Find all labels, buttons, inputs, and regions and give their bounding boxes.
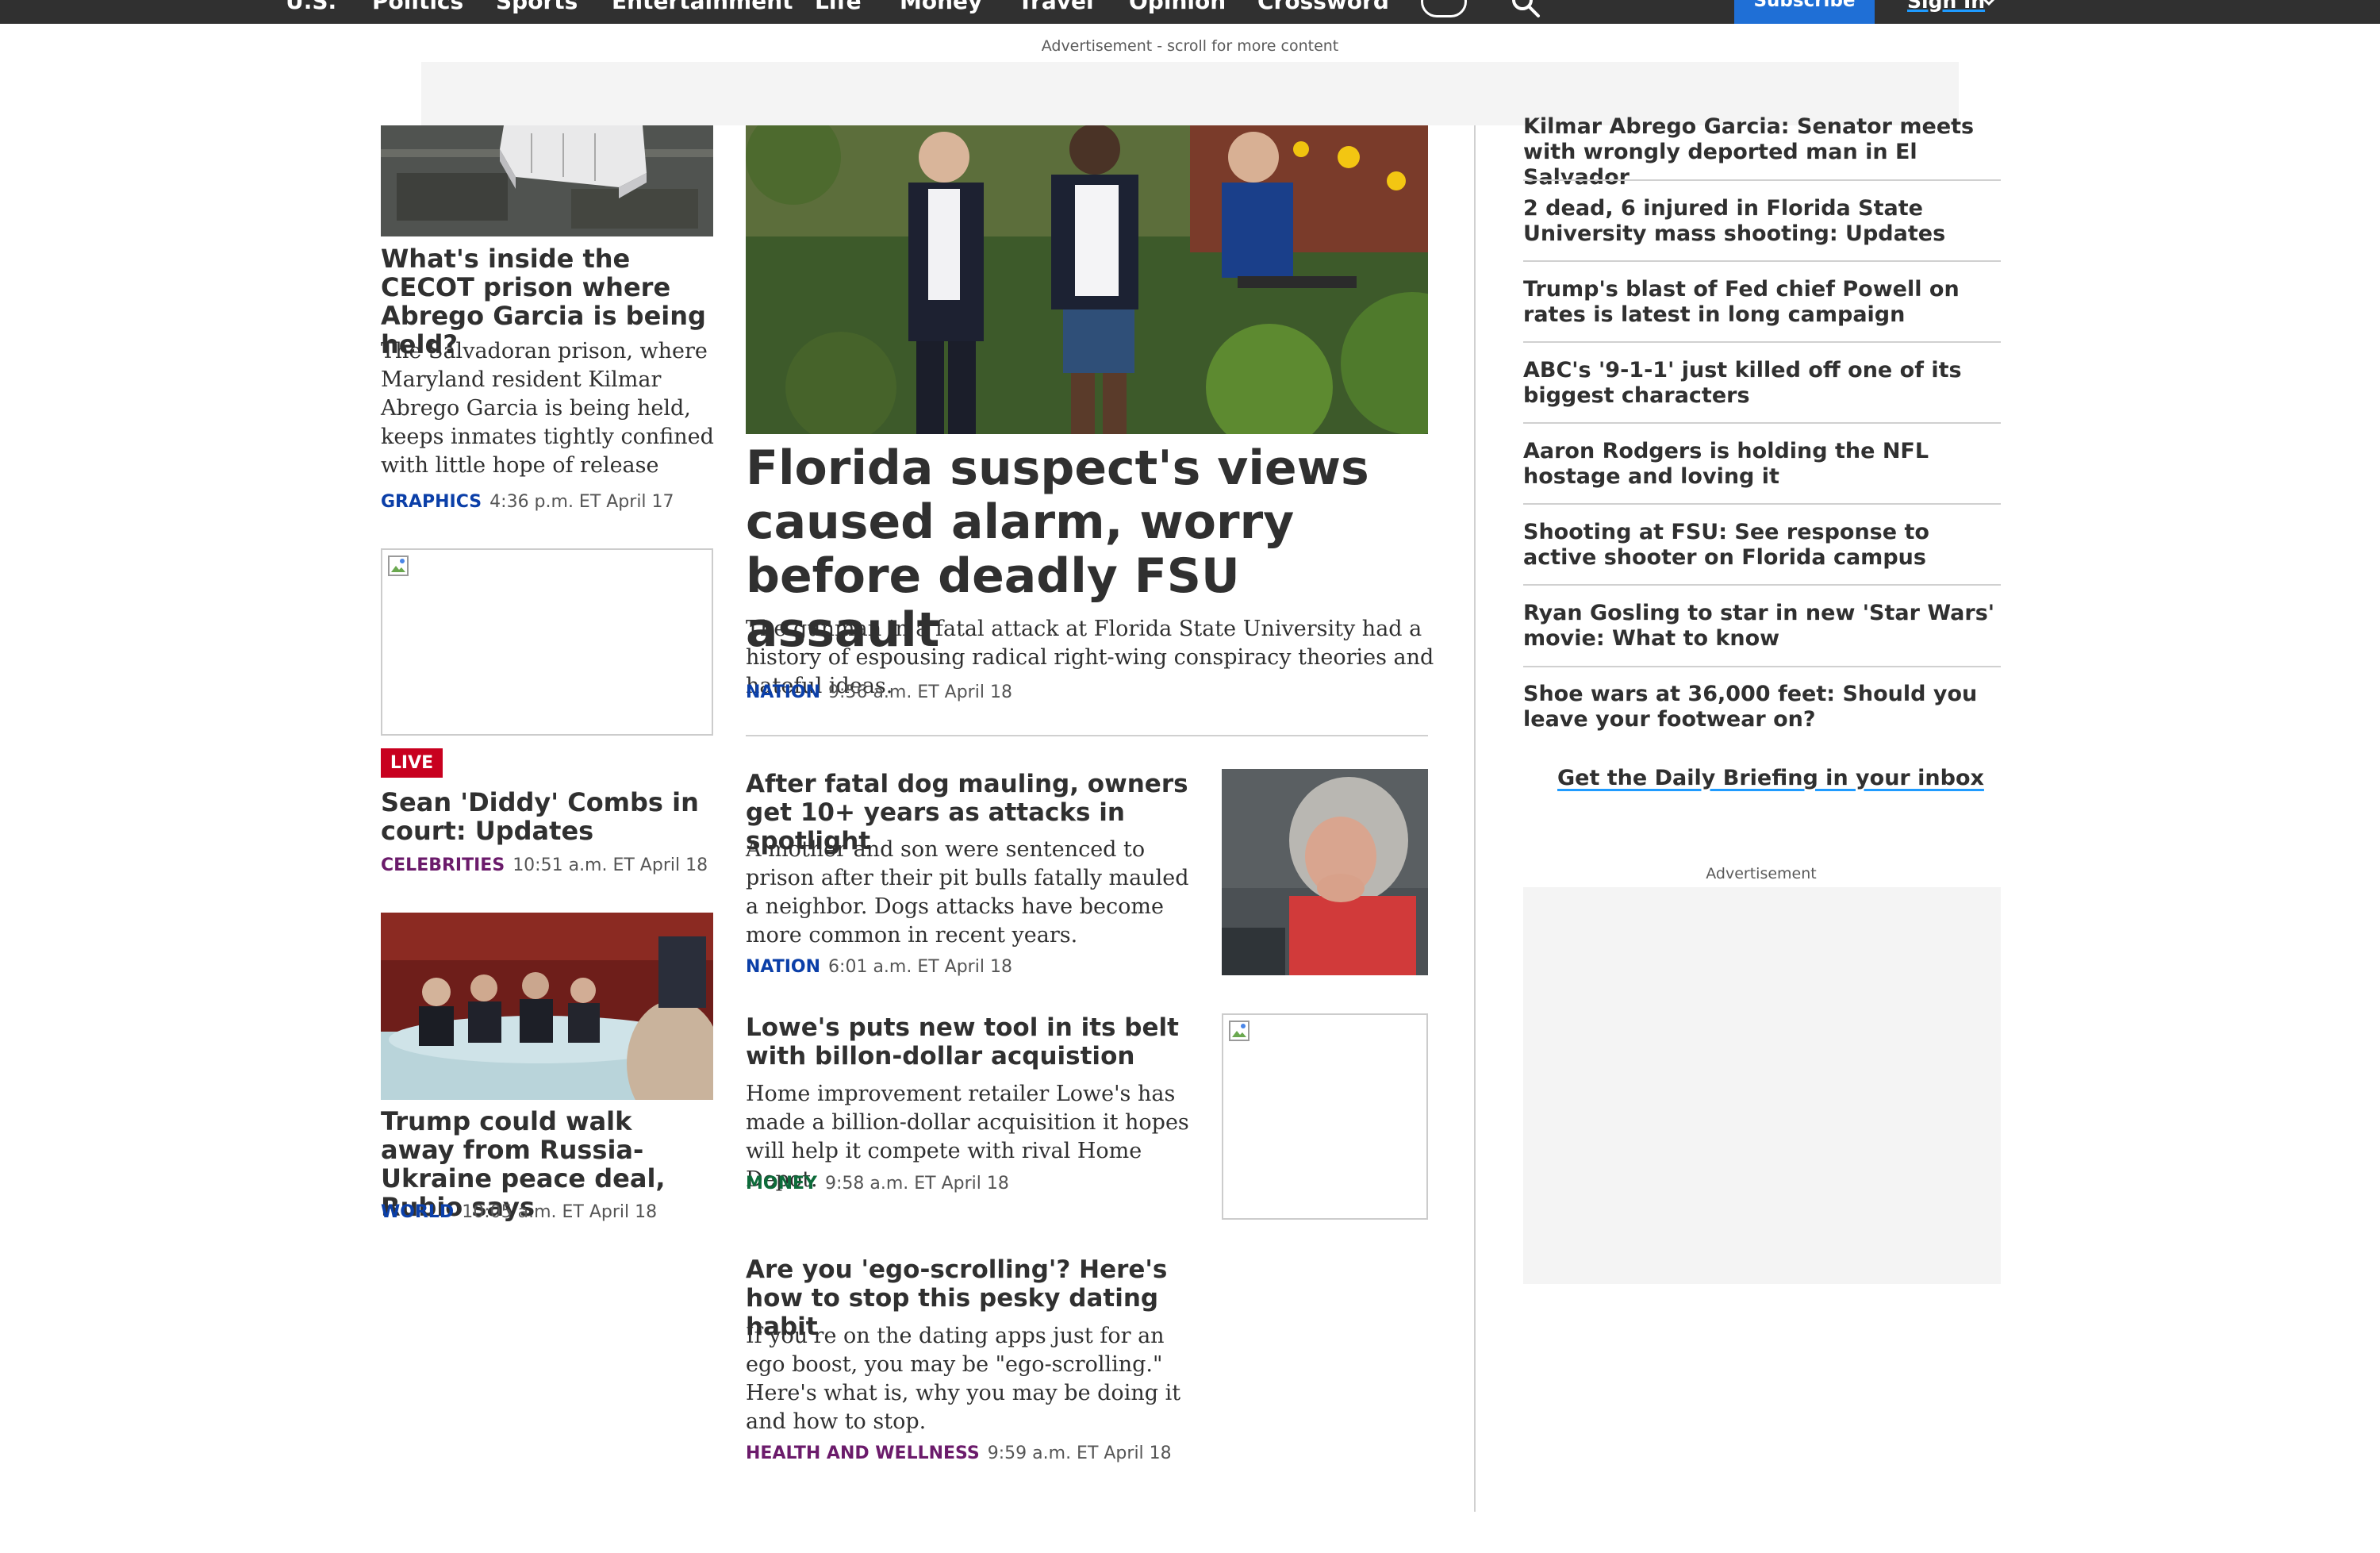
story-image-placeholder[interactable] [381,548,713,736]
ad-sidebar [1523,887,2001,1284]
story-meta-ego-scrolling: HEALTH AND WELLNESS 9:59 a.m. ET April 18 [746,1443,1172,1465]
nav-crossword[interactable]: Crossword [1257,0,1389,15]
trending-divider [1523,179,2001,181]
newsletter-link[interactable]: Get the Daily Briefing in your inbox [1557,766,1984,790]
broken-image-icon [388,555,409,576]
nav-money[interactable]: Money [900,0,982,15]
trending-item[interactable]: ABC's '9-1-1' just killed off one of its… [1523,358,2001,409]
nav-us[interactable]: U.S. [286,0,336,15]
rubio-meeting-image[interactable] [381,913,713,1100]
timestamp: 10:05 a.m. ET April 18 [462,1202,658,1222]
search-icon[interactable] [1510,0,1541,19]
story-image-placeholder[interactable] [1222,1013,1428,1220]
nav-entertainment[interactable]: Entertainment [612,0,793,15]
trending-divider [1523,341,2001,343]
timestamp: 9:56 a.m. ET April 18 [828,682,1012,702]
main-story-meta: NATION 9:56 a.m. ET April 18 [746,682,1012,704]
live-badge: LIVE [381,748,443,778]
chevron-down-icon[interactable] [1980,0,1998,10]
story-title-lowes[interactable]: Lowe's puts new tool in its belt with bi… [746,1013,1206,1071]
category-label[interactable]: NATION [746,682,820,702]
category-label[interactable]: NATION [746,957,820,977]
trending-item[interactable]: 2 dead, 6 injured in Florida State Unive… [1523,196,2001,247]
timestamp: 9:59 a.m. ET April 18 [987,1443,1172,1463]
trending-item[interactable]: Trump's blast of Fed chief Powell on rat… [1523,277,2001,328]
broken-image-icon [1229,1021,1250,1041]
subscribe-button[interactable]: Subscribe [1734,0,1875,24]
trending-item[interactable]: Shooting at FSU: See response to active … [1523,520,2001,571]
cecot-prison-image[interactable] [381,125,713,236]
timestamp: 6:01 a.m. ET April 18 [828,957,1012,977]
timestamp: 4:36 p.m. ET April 17 [489,492,674,512]
story-summary-ego-scrolling: If you're on the dating apps just for an… [746,1324,1181,1434]
category-label[interactable]: CELEBRITIES [381,855,505,875]
trending-divider [1523,584,2001,586]
games-icon[interactable] [1421,0,1467,17]
nav-politics[interactable]: Politics [372,0,463,15]
trending-divider [1523,260,2001,262]
column-divider [1474,125,1476,1512]
nav-life[interactable]: Life [815,0,862,15]
nav-sports[interactable]: Sports [496,0,578,15]
story-meta-rubio: WORLD 10:05 a.m. ET April 18 [381,1201,657,1224]
timestamp: 10:51 a.m. ET April 18 [512,855,708,875]
story-meta-lowes: MONEY 9:58 a.m. ET April 18 [746,1173,1009,1195]
category-label[interactable]: GRAPHICS [381,492,482,512]
trending-divider [1523,666,2001,667]
category-label[interactable]: WORLD [381,1202,454,1222]
category-label[interactable]: HEALTH AND WELLNESS [746,1443,980,1463]
main-story-image[interactable] [746,125,1428,434]
timestamp: 9:58 a.m. ET April 18 [824,1174,1009,1194]
story-meta-cecot: GRAPHICS 4:36 p.m. ET April 17 [381,491,674,513]
trending-item[interactable]: Aaron Rodgers is holding the NFL hostage… [1523,439,2001,490]
story-summary-cecot: The Salvadoran prison, where Maryland re… [381,339,714,478]
dog-mauling-image[interactable] [1222,769,1428,975]
nav-travel[interactable]: Travel [1018,0,1094,15]
category-label[interactable]: MONEY [746,1174,817,1194]
nav-opinion[interactable]: Opinion [1129,0,1226,15]
trending-item[interactable]: Ryan Gosling to star in new 'Star Wars' … [1523,601,2001,652]
trending-item[interactable]: Shoe wars at 36,000 feet: Should you lea… [1523,682,2001,732]
story-summary-dog-mauling: A mother and son were sentenced to priso… [746,837,1189,948]
ad-label: Advertisement [1706,865,1817,882]
trending-divider [1523,422,2001,424]
top-nav: U.S. Politics Sports Entertainment Life … [0,0,2380,24]
story-meta-diddy: CELEBRITIES 10:51 a.m. ET April 18 [381,855,708,877]
story-meta-dog-mauling: NATION 6:01 a.m. ET April 18 [746,956,1012,978]
trending-divider [1523,503,2001,505]
section-divider [746,735,1428,736]
sign-in-link[interactable]: Sign In [1907,0,1985,14]
story-title-diddy[interactable]: Sean 'Diddy' Combs in court: Updates [381,788,713,845]
ad-label: Advertisement - scroll for more content [1041,37,1339,55]
